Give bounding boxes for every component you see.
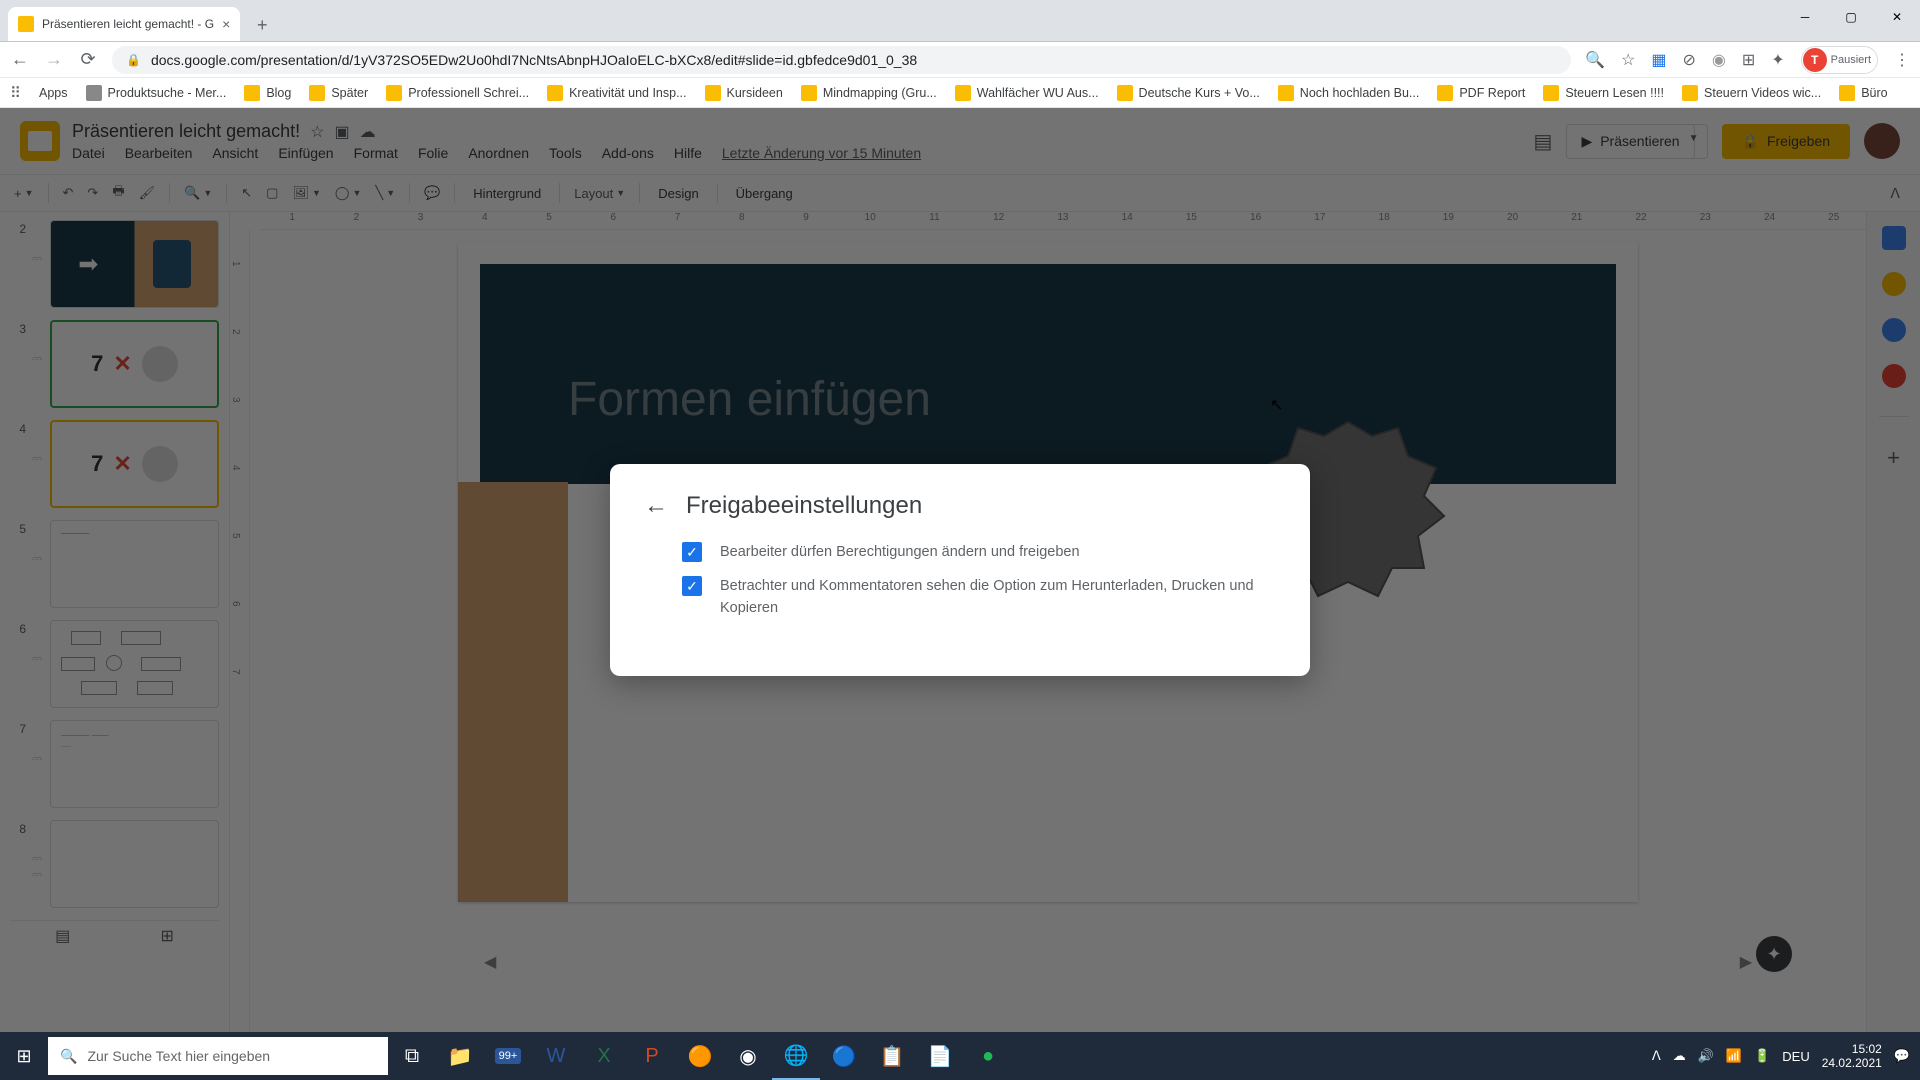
browser-tab[interactable]: Präsentieren leicht gemacht! - G × (8, 7, 240, 41)
url-text: docs.google.com/presentation/d/1yV372SO5… (151, 52, 917, 68)
obs-icon[interactable]: ◉ (724, 1032, 772, 1080)
search-icon: 🔍 (60, 1048, 77, 1065)
clock[interactable]: 15:02 24.02.2021 (1822, 1042, 1882, 1071)
zoom-icon[interactable]: 🔍 (1585, 50, 1605, 70)
language-indicator[interactable]: DEU (1782, 1049, 1809, 1064)
bookmarks-bar: ⠿ Apps Produktsuche - Mer... Blog Später… (0, 78, 1920, 108)
window-close-button[interactable]: ✕ (1874, 0, 1920, 34)
file-explorer-icon[interactable]: 📁 (436, 1032, 484, 1080)
word-icon[interactable]: W (532, 1032, 580, 1080)
powerpoint-icon[interactable]: P (628, 1032, 676, 1080)
browser-menu-icon[interactable]: ⋮ (1894, 50, 1910, 70)
bookmark-item[interactable]: PDF Report (1437, 85, 1525, 101)
window-minimize-button[interactable]: ─ (1782, 0, 1828, 34)
bookmark-item[interactable]: Deutsche Kurs + Vo... (1117, 85, 1260, 101)
app-icon[interactable]: 🟠 (676, 1032, 724, 1080)
modal-overlay[interactable]: ← Freigabeeinstellungen ✓ Bearbeiter dür… (0, 108, 1920, 1032)
bookmark-item[interactable]: Wahlfächer WU Aus... (955, 85, 1099, 101)
apps-grid-icon[interactable]: ⠿ (10, 84, 21, 102)
search-placeholder: Zur Suche Text hier eingeben (87, 1048, 270, 1064)
bookmark-item[interactable]: Später (309, 85, 368, 101)
checkbox-viewers-can-download[interactable]: ✓ (682, 576, 702, 596)
app-icon[interactable]: 📋 (868, 1032, 916, 1080)
excel-icon[interactable]: X (580, 1032, 628, 1080)
window-maximize-button[interactable]: ▢ (1828, 0, 1874, 34)
bookmark-item[interactable]: Steuern Videos wic... (1682, 85, 1821, 101)
browser-tabstrip: Präsentieren leicht gemacht! - G × + ─ ▢… (0, 0, 1920, 42)
checkbox-label: Bearbeiter dürfen Berechtigungen ändern … (720, 542, 1080, 564)
wifi-icon[interactable]: 📶 (1726, 1048, 1742, 1064)
checkbox-label: Betrachter und Kommentatoren sehen die O… (720, 576, 1276, 620)
dialog-title: Freigabeeinstellungen (686, 492, 922, 520)
bookmark-item[interactable]: Kreativität und Insp... (547, 85, 686, 101)
bookmark-item[interactable]: Professionell Schrei... (386, 85, 529, 101)
qr-icon[interactable]: ▦ (1651, 50, 1666, 70)
bookmark-item[interactable]: Mindmapping (Gru... (801, 85, 937, 101)
close-tab-icon[interactable]: × (222, 16, 230, 32)
task-view-icon[interactable]: ⧉ (388, 1032, 436, 1080)
grid-icon[interactable]: ⊞ (1742, 50, 1755, 70)
start-button[interactable]: ⊞ (0, 1032, 48, 1080)
bookmark-item[interactable]: Produktsuche - Mer... (86, 85, 227, 101)
forward-button[interactable]: → (44, 49, 64, 70)
block-icon[interactable]: ⊘ (1682, 50, 1695, 70)
edge-icon[interactable]: 🔵 (820, 1032, 868, 1080)
back-button[interactable]: ← (10, 49, 30, 70)
bookmark-item[interactable]: Kursideen (705, 85, 783, 101)
notifications-icon[interactable]: 💬 (1894, 1048, 1910, 1064)
tray-chevron-icon[interactable]: ᐱ (1652, 1048, 1661, 1064)
bookmark-item[interactable]: Büro (1839, 85, 1887, 101)
bookmark-item[interactable]: Blog (244, 85, 291, 101)
url-input[interactable]: 🔒 docs.google.com/presentation/d/1yV372S… (112, 46, 1571, 74)
chrome-icon[interactable]: 🌐 (772, 1032, 820, 1080)
lock-icon: 🔒 (126, 53, 141, 67)
new-tab-button[interactable]: + (248, 11, 276, 39)
address-bar: ← → ⟳ 🔒 docs.google.com/presentation/d/1… (0, 42, 1920, 78)
slides-favicon (18, 16, 34, 32)
windows-taskbar: ⊞ 🔍 Zur Suche Text hier eingeben ⧉ 📁 99+… (0, 1032, 1920, 1080)
onedrive-icon[interactable]: ☁ (1673, 1048, 1686, 1064)
tab-title: Präsentieren leicht gemacht! - G (42, 17, 214, 31)
spotify-icon[interactable]: ● (964, 1032, 1012, 1080)
extension-circle-icon[interactable]: ◉ (1712, 50, 1726, 70)
sharing-settings-dialog: ← Freigabeeinstellungen ✓ Bearbeiter dür… (610, 464, 1310, 675)
extensions-icon[interactable]: ✦ (1771, 50, 1784, 70)
mouse-cursor: ↖ (1270, 395, 1283, 415)
profile-paused-button[interactable]: T Pausiert (1801, 46, 1878, 74)
volume-icon[interactable]: 🔊 (1698, 1048, 1714, 1064)
notepad-icon[interactable]: 📄 (916, 1032, 964, 1080)
back-arrow-icon[interactable]: ← (644, 492, 668, 520)
checkbox-editors-can-change[interactable]: ✓ (682, 542, 702, 562)
paused-label: Pausiert (1831, 54, 1871, 66)
profile-avatar-icon: T (1803, 48, 1827, 72)
bookmark-item[interactable]: Noch hochladen Bu... (1278, 85, 1420, 101)
mail-icon[interactable]: 99+ (484, 1032, 532, 1080)
taskbar-search-input[interactable]: 🔍 Zur Suche Text hier eingeben (48, 1037, 388, 1075)
battery-icon[interactable]: 🔋 (1754, 1048, 1770, 1064)
bookmark-item[interactable]: Apps (39, 86, 68, 100)
reload-button[interactable]: ⟳ (78, 49, 98, 70)
star-bookmark-icon[interactable]: ☆ (1621, 50, 1635, 70)
bookmark-item[interactable]: Steuern Lesen !!!! (1543, 85, 1664, 101)
